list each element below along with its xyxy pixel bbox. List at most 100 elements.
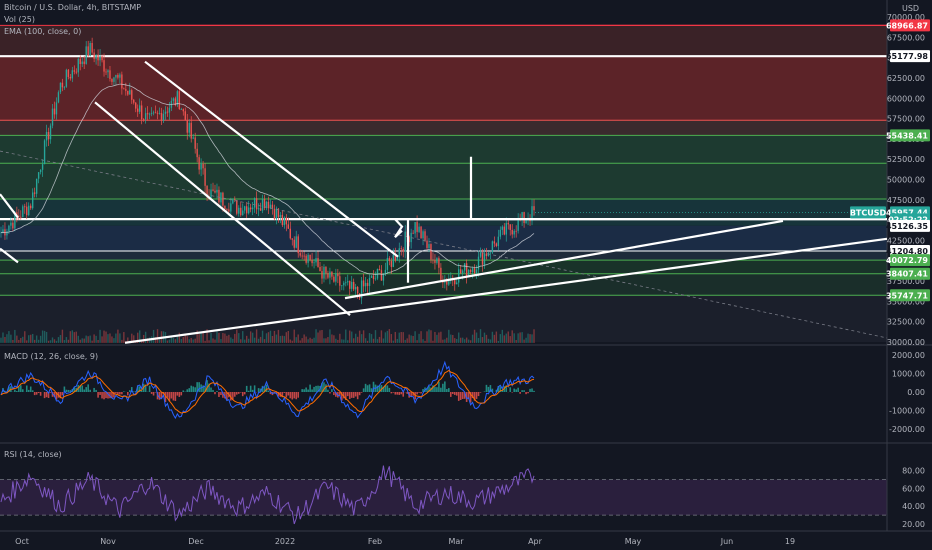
candle-body [65, 69, 68, 87]
rsi-tick: 60.00 [902, 484, 925, 493]
candle-body [473, 267, 476, 274]
volume-bar [487, 338, 490, 343]
volume-bar [123, 332, 125, 343]
candle-body [430, 244, 432, 260]
candle-body [228, 209, 230, 212]
zone-band [0, 260, 887, 274]
volume-bar [382, 338, 385, 343]
candle-body [253, 198, 256, 208]
candle-body [129, 90, 131, 95]
macd-bar [186, 389, 189, 392]
candle-body [428, 244, 430, 249]
volume-bar [166, 340, 169, 343]
macd-bar [368, 384, 371, 392]
macd-bar [519, 392, 521, 394]
volume-bar [424, 340, 426, 343]
candle-body [190, 122, 192, 139]
macd-tick: -1000.00 [889, 407, 925, 416]
candle-body [257, 208, 260, 210]
rsi-band [0, 479, 887, 516]
volume-bar [311, 338, 313, 343]
volume-bar [406, 338, 408, 343]
macd-bar [348, 392, 351, 400]
volume-bar [366, 340, 369, 343]
macd-bar [301, 389, 303, 392]
price-label: 55438.41 [886, 129, 930, 142]
candle-body [41, 164, 44, 170]
candle-body [133, 99, 135, 103]
volume-bar [436, 334, 438, 343]
macd-bar [20, 385, 22, 392]
candle-body [210, 189, 212, 199]
candle-body [53, 108, 56, 115]
volume-bar [253, 337, 256, 343]
candle-body [139, 105, 141, 112]
candle-body [85, 46, 87, 64]
candle-body [323, 266, 325, 279]
volume-bar [289, 339, 291, 343]
macd-bar [249, 385, 252, 392]
volume-bar [388, 329, 391, 343]
candle-body [148, 113, 151, 115]
candle-body [83, 61, 85, 64]
macd-bar [442, 383, 444, 392]
macd-bar [438, 381, 440, 392]
volume-bar [107, 334, 109, 343]
macd-bar [220, 392, 222, 396]
volume-bar [507, 331, 509, 343]
candle-body [156, 112, 159, 114]
volume-bar [83, 338, 85, 343]
volume-bar [283, 336, 286, 343]
volume-bar [0, 337, 2, 343]
candle-body [400, 248, 402, 250]
volume-bar [93, 334, 95, 343]
price-tick: 60000.00 [887, 94, 925, 103]
volume-bar [499, 334, 502, 343]
macd-bar [239, 392, 242, 393]
price-tick: 47500.00 [887, 196, 925, 205]
candle-body [317, 258, 319, 267]
macd-bar [170, 392, 173, 399]
macd-bar [315, 385, 317, 392]
volume-bar [428, 329, 430, 343]
rsi-tick: 40.00 [902, 502, 925, 511]
volume-bar [117, 329, 119, 343]
volume-bar [263, 339, 266, 343]
volume-bar [113, 338, 115, 343]
candle-body [43, 140, 46, 165]
candle-body [404, 231, 406, 252]
candle-body [414, 222, 416, 234]
candle-body [489, 252, 492, 254]
volume-bar [493, 334, 496, 343]
volume-bar [515, 339, 517, 343]
macd-bar [392, 392, 395, 393]
volume-bar [497, 340, 500, 343]
volume-bar [339, 333, 341, 343]
volume-bar [521, 332, 523, 343]
candle-body [259, 208, 262, 211]
candle-body [402, 249, 404, 252]
volume-bar [305, 336, 307, 343]
chart-canvas[interactable]: 70000.0067500.0065000.0062500.0060000.00… [0, 0, 932, 550]
volume-bar [440, 331, 442, 343]
candle-body [79, 58, 81, 64]
volume-bar [180, 339, 182, 343]
volume-bar [410, 335, 412, 343]
macd-bar [386, 385, 389, 392]
candle-body [214, 190, 216, 193]
volume-bar [354, 333, 357, 343]
candle-body [481, 252, 484, 265]
time-tick: 2022 [275, 537, 295, 546]
volume-bar [420, 331, 422, 343]
volume-bar [374, 330, 377, 343]
candle-body [426, 240, 428, 249]
macd-bar [190, 385, 193, 392]
volume-bar [111, 336, 113, 343]
volume-bar [89, 335, 91, 343]
macd-bar [362, 388, 365, 392]
macd-bar [293, 392, 296, 399]
volume-bar [190, 338, 192, 343]
time-tick: Jun [720, 537, 734, 546]
candle-body [491, 241, 494, 253]
volume-bar [442, 339, 444, 343]
